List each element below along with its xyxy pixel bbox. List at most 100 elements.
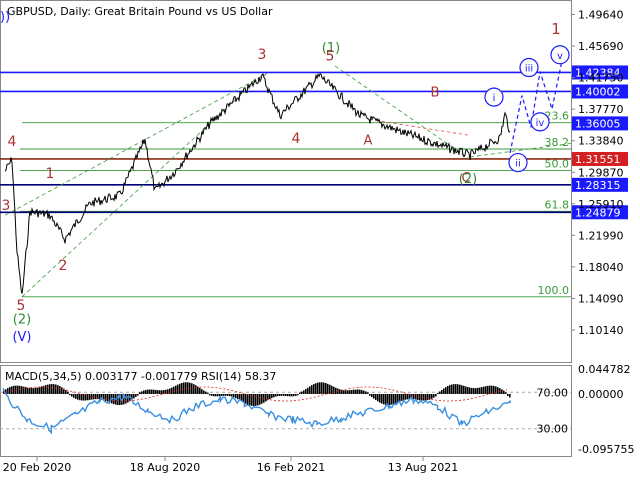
macd-bar: [283, 394, 285, 396]
macd-bar: [205, 391, 207, 394]
wave-label: (2): [13, 312, 31, 327]
macd-bar: [449, 385, 451, 394]
macd-bar: [147, 389, 149, 394]
macd-bar: [497, 387, 499, 394]
macd-bar: [183, 382, 185, 394]
macd-bar: [309, 386, 311, 394]
macd-bar: [451, 384, 453, 394]
macd-bar: [229, 394, 231, 397]
macd-bar: [95, 394, 97, 400]
macd-bar: [195, 385, 197, 394]
macd-bar: [407, 394, 409, 400]
macd-bar: [383, 394, 385, 405]
macd-bar: [441, 389, 443, 394]
macd-bar: [173, 386, 175, 394]
macd-bar: [321, 382, 323, 394]
macd-bar: [37, 387, 39, 394]
macd-bar: [285, 394, 287, 397]
macd-bar: [141, 391, 143, 394]
macd-bar: [259, 394, 261, 405]
macd-bar: [505, 392, 507, 394]
macd-bar: [355, 389, 357, 394]
macd-bar: [351, 389, 353, 394]
macd-bar: [169, 388, 171, 394]
macd-bar: [203, 390, 205, 394]
level-price-label: 1.40002: [575, 85, 621, 98]
macd-bar: [71, 394, 73, 397]
macd-bar: [323, 382, 325, 394]
macd-bar: [9, 387, 11, 394]
macd-bar: [491, 385, 493, 394]
macd-bar: [75, 394, 77, 399]
macd-bar: [61, 387, 63, 394]
wave-circle-label: i: [493, 93, 496, 104]
macd-bar: [307, 387, 309, 394]
chart-svg: GBPUSD, Daily: Great Britain Pound vs US…: [0, 0, 640, 480]
macd-bar: [35, 387, 37, 394]
wave-label: 3: [2, 198, 11, 214]
wave-label: 2: [59, 258, 68, 274]
macd-bar: [27, 387, 29, 394]
macd-bar: [459, 384, 461, 394]
macd-bar: [433, 394, 435, 398]
macd-bar: [159, 390, 161, 394]
macd-bar: [143, 390, 145, 394]
indicator-y-tick: 0.044782: [578, 363, 631, 376]
macd-bar: [265, 394, 267, 402]
macd-bar: [305, 389, 307, 394]
macd-bar: [167, 389, 169, 394]
macd-bar: [207, 392, 209, 394]
macd-bar: [293, 394, 295, 397]
macd-bar: [445, 387, 447, 394]
macd-bar: [145, 389, 147, 394]
macd-bar: [301, 391, 303, 394]
macd-bar: [41, 386, 43, 394]
macd-bar: [485, 386, 487, 394]
macd-bar: [79, 394, 81, 401]
wave-label: 5: [326, 49, 335, 65]
y-tick-label: 1.41750: [578, 72, 624, 85]
wave-label: B: [431, 85, 440, 100]
macd-bar: [49, 384, 51, 394]
y-tick-label: 1.29870: [578, 166, 624, 179]
macd-bar: [461, 385, 463, 394]
macd-bar: [315, 383, 317, 394]
x-tick-label: 16 Feb 2021: [257, 461, 325, 474]
macd-bar: [273, 394, 275, 398]
macd-bar: [431, 394, 433, 399]
macd-bar: [223, 394, 225, 396]
macd-bar: [393, 394, 395, 405]
macd-bar: [87, 394, 89, 401]
macd-bar: [39, 387, 41, 394]
macd-bar: [365, 391, 367, 394]
macd-bar: [297, 394, 299, 396]
macd-bar: [247, 394, 249, 405]
macd-bar: [181, 383, 183, 394]
y-tick-label: 1.21990: [578, 229, 624, 242]
macd-bar: [403, 394, 405, 401]
macd-bar: [371, 394, 373, 398]
macd-bar: [139, 392, 141, 394]
macd-bar: [295, 394, 297, 396]
wave-label: 3: [258, 47, 267, 63]
wave-label: A: [364, 133, 373, 148]
indicator-y-tick: 0.00000: [578, 388, 624, 401]
macd-bar: [179, 383, 181, 394]
x-tick-label: 13 Aug 2021: [388, 461, 458, 474]
fib-level-label: 100.0: [538, 284, 570, 297]
macd-bar: [507, 394, 509, 396]
macd-bar: [489, 385, 491, 394]
macd-bar: [191, 383, 193, 394]
macd-bar: [509, 394, 511, 398]
wave-circle-label: iv: [536, 118, 545, 129]
macd-bar: [435, 394, 437, 397]
macd-bar: [335, 387, 337, 394]
macd-bar: [153, 389, 155, 394]
macd-bar: [53, 384, 55, 394]
macd-bar: [473, 388, 475, 394]
macd-bar: [363, 390, 365, 394]
macd-bar: [401, 394, 403, 401]
macd-bar: [269, 394, 271, 400]
level-price-label: 1.36005: [575, 117, 621, 130]
macd-bar: [253, 394, 255, 406]
